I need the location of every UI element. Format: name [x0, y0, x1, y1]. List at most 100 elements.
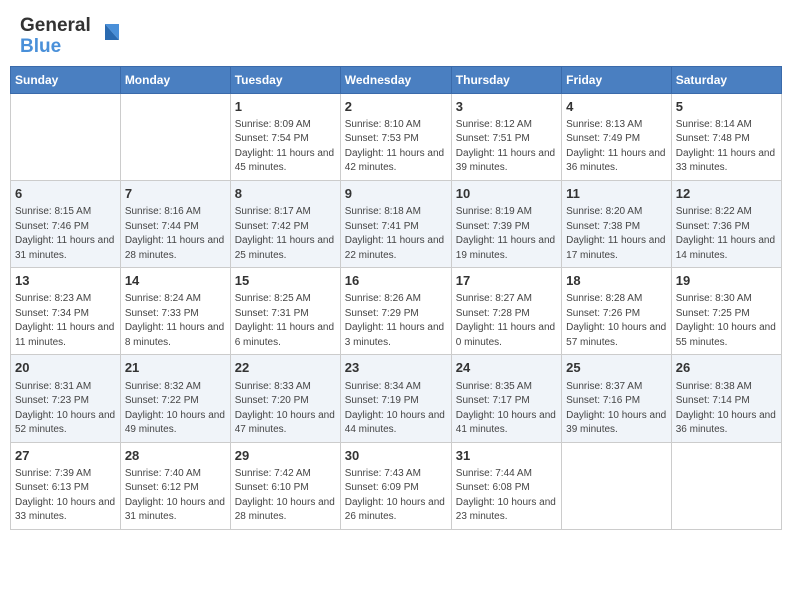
day-number: 3	[456, 98, 557, 116]
calendar-week-4: 20 Sunrise: 8:31 AM Sunset: 7:23 PM Dayli…	[11, 355, 782, 442]
calendar-cell	[120, 93, 230, 180]
calendar-week-1: 1 Sunrise: 8:09 AM Sunset: 7:54 PM Daylig…	[11, 93, 782, 180]
day-number: 16	[345, 272, 447, 290]
calendar-cell: 26 Sunrise: 8:38 AM Sunset: 7:14 PM Dayli…	[671, 355, 781, 442]
day-info: Sunrise: 8:20 AM Sunset: 7:38 PM Dayligh…	[566, 205, 667, 263]
day-info: Sunrise: 8:12 AM Sunset: 7:51 PM Dayligh…	[456, 118, 557, 176]
day-number: 25	[566, 359, 667, 377]
day-number: 22	[235, 359, 336, 377]
calendar-wrapper: SundayMondayTuesdayWednesdayThursdayFrid…	[0, 66, 792, 540]
calendar-cell: 29 Sunrise: 7:42 AM Sunset: 6:10 PM Dayli…	[230, 442, 340, 529]
day-number: 6	[15, 185, 116, 203]
day-info: Sunrise: 8:38 AM Sunset: 7:14 PM Dayligh…	[676, 380, 777, 438]
day-number: 11	[566, 185, 667, 203]
calendar-cell: 7Sunrise: 8:16 AM Sunset: 7:44 PM Daylig…	[120, 180, 230, 267]
day-number: 30	[345, 447, 447, 465]
calendar-cell: 14 Sunrise: 8:24 AM Sunset: 7:33 PM Dayli…	[120, 268, 230, 355]
calendar-cell: 5Sunrise: 8:14 AM Sunset: 7:48 PM Daylig…	[671, 93, 781, 180]
day-info: Sunrise: 8:22 AM Sunset: 7:36 PM Dayligh…	[676, 205, 777, 263]
calendar-body: 1 Sunrise: 8:09 AM Sunset: 7:54 PM Daylig…	[11, 93, 782, 529]
calendar-week-2: 6Sunrise: 8:15 AM Sunset: 7:46 PM Daylig…	[11, 180, 782, 267]
calendar-cell: 30 Sunrise: 7:43 AM Sunset: 6:09 PM Dayli…	[340, 442, 451, 529]
day-number: 17	[456, 272, 557, 290]
day-number: 8	[235, 185, 336, 203]
calendar-cell: 3 Sunrise: 8:12 AM Sunset: 7:51 PM Daylig…	[451, 93, 561, 180]
weekday-header-monday: Monday	[120, 66, 230, 93]
day-number: 19	[676, 272, 777, 290]
day-number: 13	[15, 272, 116, 290]
calendar-cell: 21 Sunrise: 8:32 AM Sunset: 7:22 PM Dayli…	[120, 355, 230, 442]
calendar-table: SundayMondayTuesdayWednesdayThursdayFrid…	[10, 66, 782, 530]
calendar-cell: 6Sunrise: 8:15 AM Sunset: 7:46 PM Daylig…	[11, 180, 121, 267]
day-number: 2	[345, 98, 447, 116]
day-info: Sunrise: 8:34 AM Sunset: 7:19 PM Dayligh…	[345, 380, 447, 438]
day-info: Sunrise: 8:16 AM Sunset: 7:44 PM Dayligh…	[125, 205, 226, 263]
day-info: Sunrise: 8:31 AM Sunset: 7:23 PM Dayligh…	[15, 380, 116, 438]
day-number: 14	[125, 272, 226, 290]
day-info: Sunrise: 8:23 AM Sunset: 7:34 PM Dayligh…	[15, 292, 116, 350]
day-info: Sunrise: 7:43 AM Sunset: 6:09 PM Dayligh…	[345, 467, 447, 525]
day-number: 4	[566, 98, 667, 116]
calendar-week-3: 13 Sunrise: 8:23 AM Sunset: 7:34 PM Dayli…	[11, 268, 782, 355]
calendar-cell: 24 Sunrise: 8:35 AM Sunset: 7:17 PM Dayli…	[451, 355, 561, 442]
day-info: Sunrise: 7:40 AM Sunset: 6:12 PM Dayligh…	[125, 467, 226, 525]
calendar-cell: 22 Sunrise: 8:33 AM Sunset: 7:20 PM Dayli…	[230, 355, 340, 442]
calendar-week-5: 27Sunrise: 7:39 AM Sunset: 6:13 PM Dayli…	[11, 442, 782, 529]
calendar-cell: 4Sunrise: 8:13 AM Sunset: 7:49 PM Daylig…	[562, 93, 672, 180]
day-number: 24	[456, 359, 557, 377]
weekday-header-saturday: Saturday	[671, 66, 781, 93]
day-number: 21	[125, 359, 226, 377]
day-info: Sunrise: 8:26 AM Sunset: 7:29 PM Dayligh…	[345, 292, 447, 350]
page-header: General Blue	[0, 0, 792, 66]
calendar-cell: 8 Sunrise: 8:17 AM Sunset: 7:42 PM Daylig…	[230, 180, 340, 267]
calendar-cell	[562, 442, 672, 529]
weekday-header-sunday: Sunday	[11, 66, 121, 93]
day-number: 20	[15, 359, 116, 377]
calendar-header: SundayMondayTuesdayWednesdayThursdayFrid…	[11, 66, 782, 93]
day-info: Sunrise: 7:44 AM Sunset: 6:08 PM Dayligh…	[456, 467, 557, 525]
day-number: 31	[456, 447, 557, 465]
calendar-cell	[671, 442, 781, 529]
day-info: Sunrise: 7:42 AM Sunset: 6:10 PM Dayligh…	[235, 467, 336, 525]
day-info: Sunrise: 8:17 AM Sunset: 7:42 PM Dayligh…	[235, 205, 336, 263]
day-number: 23	[345, 359, 447, 377]
day-number: 9	[345, 185, 447, 203]
day-info: Sunrise: 8:32 AM Sunset: 7:22 PM Dayligh…	[125, 380, 226, 438]
calendar-cell: 9Sunrise: 8:18 AM Sunset: 7:41 PM Daylig…	[340, 180, 451, 267]
weekday-header-thursday: Thursday	[451, 66, 561, 93]
weekday-header-wednesday: Wednesday	[340, 66, 451, 93]
calendar-cell: 18Sunrise: 8:28 AM Sunset: 7:26 PM Dayli…	[562, 268, 672, 355]
calendar-cell: 28 Sunrise: 7:40 AM Sunset: 6:12 PM Dayli…	[120, 442, 230, 529]
calendar-cell: 2 Sunrise: 8:10 AM Sunset: 7:53 PM Daylig…	[340, 93, 451, 180]
day-info: Sunrise: 8:24 AM Sunset: 7:33 PM Dayligh…	[125, 292, 226, 350]
day-info: Sunrise: 8:10 AM Sunset: 7:53 PM Dayligh…	[345, 118, 447, 176]
day-info: Sunrise: 8:37 AM Sunset: 7:16 PM Dayligh…	[566, 380, 667, 438]
day-info: Sunrise: 8:09 AM Sunset: 7:54 PM Dayligh…	[235, 118, 336, 176]
day-number: 10	[456, 185, 557, 203]
calendar-cell: 10Sunrise: 8:19 AM Sunset: 7:39 PM Dayli…	[451, 180, 561, 267]
calendar-cell: 13 Sunrise: 8:23 AM Sunset: 7:34 PM Dayli…	[11, 268, 121, 355]
day-number: 5	[676, 98, 777, 116]
day-number: 29	[235, 447, 336, 465]
calendar-cell: 12 Sunrise: 8:22 AM Sunset: 7:36 PM Dayli…	[671, 180, 781, 267]
calendar-cell: 1 Sunrise: 8:09 AM Sunset: 7:54 PM Daylig…	[230, 93, 340, 180]
calendar-cell: 19 Sunrise: 8:30 AM Sunset: 7:25 PM Dayli…	[671, 268, 781, 355]
logo-text: General Blue	[20, 16, 91, 58]
calendar-cell	[11, 93, 121, 180]
weekday-header-friday: Friday	[562, 66, 672, 93]
day-number: 26	[676, 359, 777, 377]
day-info: Sunrise: 8:25 AM Sunset: 7:31 PM Dayligh…	[235, 292, 336, 350]
calendar-cell: 20 Sunrise: 8:31 AM Sunset: 7:23 PM Dayli…	[11, 355, 121, 442]
calendar-cell: 16 Sunrise: 8:26 AM Sunset: 7:29 PM Dayli…	[340, 268, 451, 355]
day-number: 12	[676, 185, 777, 203]
day-number: 1	[235, 98, 336, 116]
day-number: 28	[125, 447, 226, 465]
calendar-cell: 31 Sunrise: 7:44 AM Sunset: 6:08 PM Dayli…	[451, 442, 561, 529]
day-info: Sunrise: 7:39 AM Sunset: 6:13 PM Dayligh…	[15, 467, 116, 525]
day-info: Sunrise: 8:30 AM Sunset: 7:25 PM Dayligh…	[676, 292, 777, 350]
weekday-header-tuesday: Tuesday	[230, 66, 340, 93]
day-info: Sunrise: 8:35 AM Sunset: 7:17 PM Dayligh…	[456, 380, 557, 438]
calendar-cell: 25 Sunrise: 8:37 AM Sunset: 7:16 PM Dayli…	[562, 355, 672, 442]
logo: General Blue	[20, 16, 123, 58]
day-info: Sunrise: 8:33 AM Sunset: 7:20 PM Dayligh…	[235, 380, 336, 438]
